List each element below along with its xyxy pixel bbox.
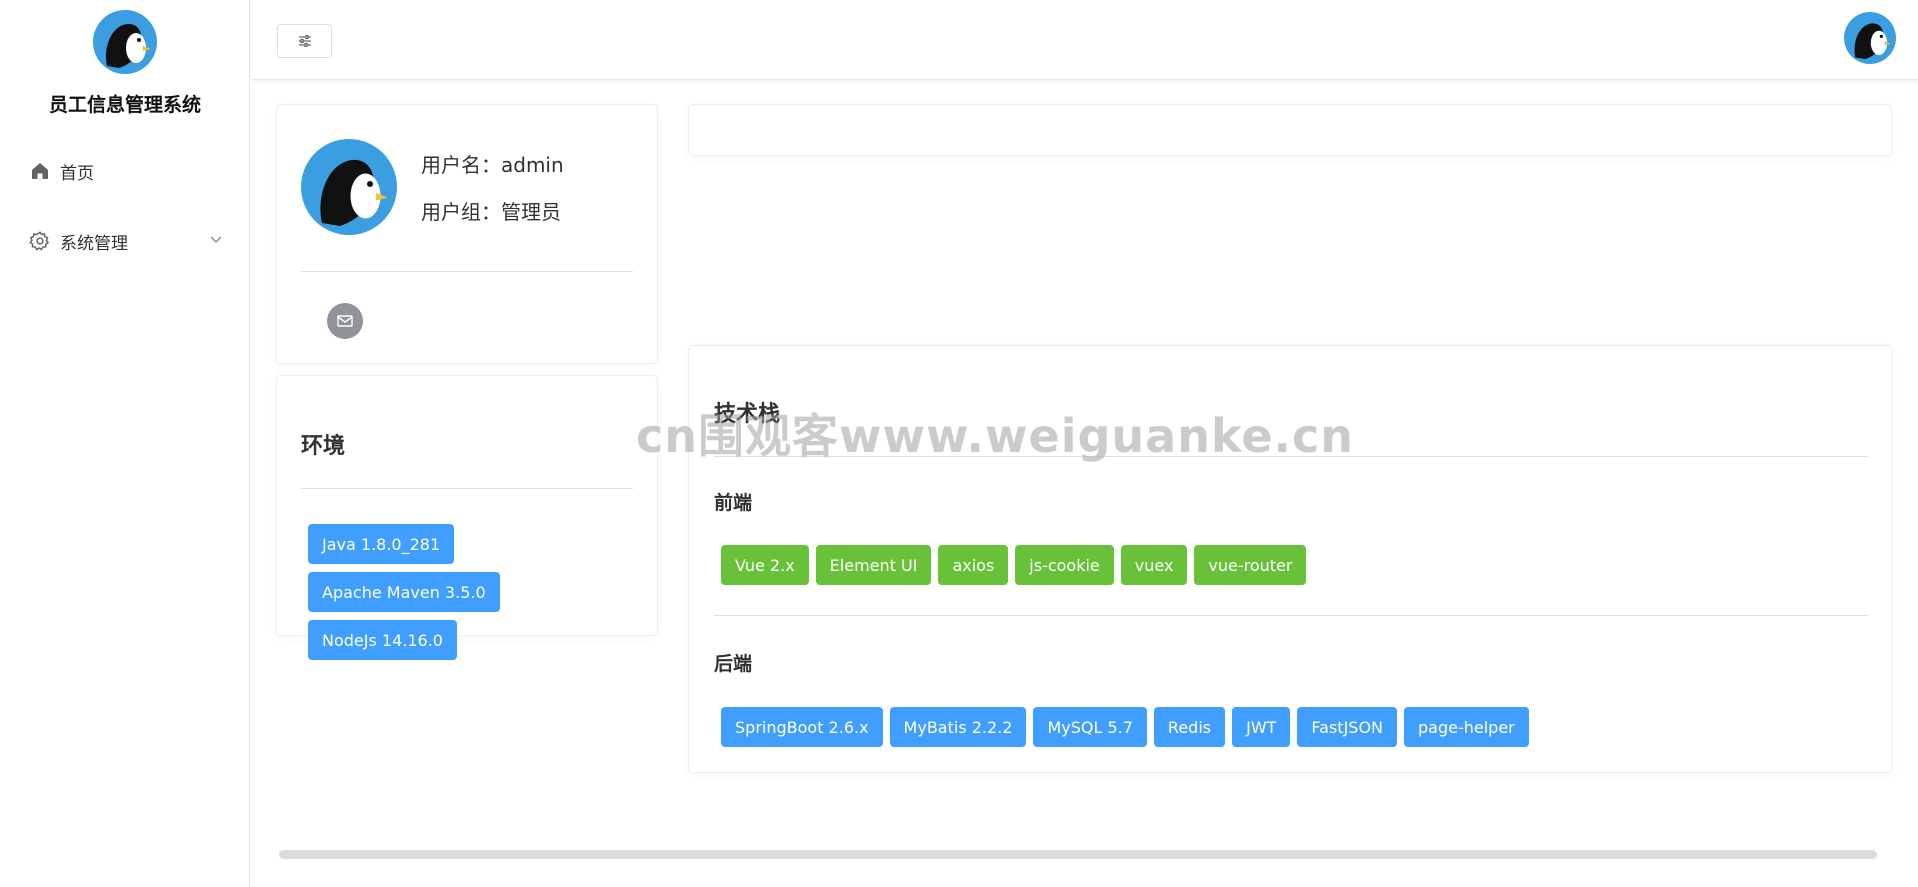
app-root: 员工信息管理系统 首页 系统管理 用户名：admin 用户组：管理员 环境 Ja… (0, 0, 1918, 887)
divider (301, 271, 633, 272)
user-group-label: 用户组： (421, 200, 501, 224)
divider (714, 456, 1868, 457)
app-title: 员工信息管理系统 (48, 94, 201, 116)
backend-tag: MyBatis 2.2.2 (889, 707, 1027, 747)
env-tag: Java 1.8.0_281 (308, 524, 455, 564)
backend-title: 后端 (714, 653, 753, 675)
backend-tag: page-helper (1404, 707, 1529, 747)
username-value: admin (501, 153, 564, 177)
backend-tag: Redis (1153, 707, 1226, 747)
frontend-tag: vue-router (1194, 545, 1307, 585)
mail-button[interactable] (327, 303, 363, 339)
backend-tags: SpringBoot 2.6.x MyBatis 2.2.2 MySQL 5.7… (721, 707, 1861, 747)
divider (301, 488, 633, 489)
frontend-tag: Element UI (815, 545, 932, 585)
sidebar-item-system-management[interactable]: 系统管理 (0, 213, 250, 269)
frontend-tag: axios (938, 545, 1009, 585)
gear-icon (28, 229, 52, 253)
penguin-logo-icon (93, 10, 157, 74)
chevron-down-icon (208, 231, 224, 247)
frontend-title: 前端 (714, 492, 753, 514)
frontend-tags: Vue 2.x Element UI axios js-cookie vuex … (721, 545, 1861, 585)
home-icon (28, 159, 52, 183)
backend-tag: SpringBoot 2.6.x (721, 707, 883, 747)
sidebar: 员工信息管理系统 首页 系统管理 (0, 0, 250, 887)
sliders-icon (298, 32, 312, 51)
env-tag: NodeJs 14.16.0 (308, 620, 457, 660)
empty-card (688, 104, 1892, 156)
environment-tags: Java 1.8.0_281 Apache Maven 3.5.0 NodeJs… (308, 524, 638, 660)
tech-stack-title: 技术栈 (714, 402, 781, 427)
tech-stack-card: 技术栈 前端 Vue 2.x Element UI axios js-cooki… (688, 345, 1892, 773)
divider (714, 615, 1868, 616)
sidebar-toggle-button[interactable] (277, 24, 332, 58)
username-label: 用户名： (421, 153, 501, 177)
frontend-tag: js-cookie (1015, 545, 1114, 585)
backend-tag: FastJSON (1297, 707, 1398, 747)
environment-card: 环境 Java 1.8.0_281 Apache Maven 3.5.0 Nod… (276, 375, 658, 660)
horizontal-scrollbar[interactable] (279, 850, 1877, 859)
penguin-avatar-icon (301, 139, 397, 235)
user-group-value: 管理员 (501, 200, 561, 224)
env-tag: Apache Maven 3.5.0 (308, 572, 500, 612)
user-info-card: 用户名：admin 用户组：管理员 (276, 104, 658, 364)
backend-tag: JWT (1232, 707, 1291, 747)
user-group-line: 用户组：管理员 (421, 196, 561, 225)
frontend-tag: vuex (1120, 545, 1188, 585)
top-header (251, 0, 1918, 80)
backend-tag: MySQL 5.7 (1033, 707, 1147, 747)
username-line: 用户名：admin (421, 149, 564, 178)
mail-icon (337, 312, 353, 331)
environment-title: 环境 (301, 434, 346, 459)
frontend-tag: Vue 2.x (721, 545, 809, 585)
sidebar-item-label: 首页 (60, 163, 94, 184)
sidebar-item-label: 系统管理 (60, 233, 128, 254)
sidebar-item-home[interactable]: 首页 (0, 143, 250, 199)
penguin-avatar-icon[interactable] (1844, 12, 1896, 64)
